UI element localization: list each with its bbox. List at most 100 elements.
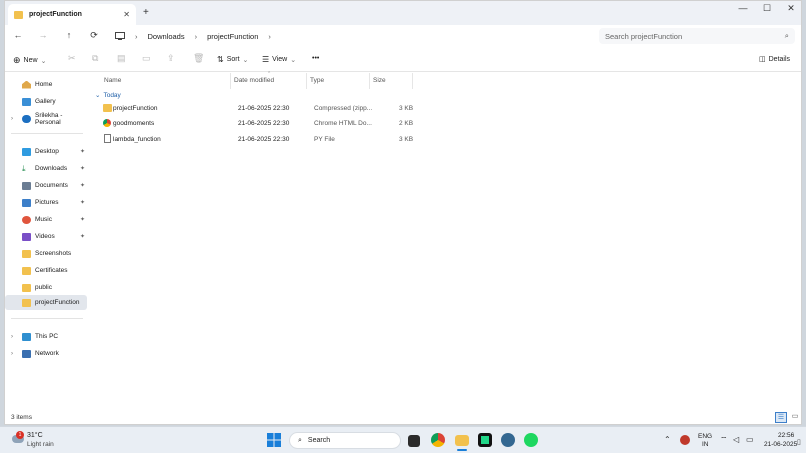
breadcrumb-projectfunction[interactable]: projectFunction bbox=[207, 32, 258, 41]
column-divider[interactable] bbox=[306, 73, 307, 89]
column-header-date[interactable]: Date modified bbox=[234, 77, 274, 84]
sort-caret-icon: ⌃ bbox=[267, 71, 272, 77]
taskbar-search-label: Search bbox=[307, 437, 331, 444]
wifi-icon[interactable]: ⌔ bbox=[720, 435, 728, 445]
weather-widget[interactable]: 1 bbox=[10, 431, 24, 445]
active-app-indicator bbox=[457, 449, 467, 451]
search-input[interactable]: Search projectFunction ⌕ bbox=[599, 28, 795, 44]
volume-icon[interactable]: ◁ bbox=[733, 435, 739, 444]
cut-icon[interactable]: ✂ bbox=[68, 53, 76, 64]
pycharm-icon[interactable] bbox=[478, 433, 492, 447]
minimize-button[interactable]: — bbox=[731, 3, 755, 17]
sidebar-item-label: Gallery bbox=[35, 98, 56, 105]
file-size: 3 KB bbox=[399, 105, 414, 112]
view-label: View bbox=[272, 56, 288, 63]
back-button[interactable]: ← bbox=[11, 30, 25, 40]
paste-icon[interactable]: ▤ bbox=[117, 53, 126, 64]
sidebar-item-home[interactable]: Home bbox=[5, 77, 87, 92]
column-divider[interactable] bbox=[230, 73, 231, 89]
table-row[interactable]: projectFunction 21-06-2025 22:30 Compres… bbox=[101, 102, 416, 116]
up-button[interactable]: ↑ bbox=[62, 30, 76, 40]
sidebar-item-gallery[interactable]: Gallery bbox=[5, 94, 87, 109]
region-indicator[interactable]: IN bbox=[702, 441, 709, 448]
close-window-button[interactable]: ✕ bbox=[779, 3, 801, 17]
language-indicator[interactable]: ENG bbox=[698, 433, 712, 440]
chevron-right-icon: › bbox=[11, 115, 13, 122]
sidebar-item-downloads[interactable]: ⤓ Downloads ✦ bbox=[5, 161, 87, 176]
clock-date[interactable]: 21-06-2025 bbox=[764, 441, 797, 448]
sidebar-item-desktop[interactable]: Desktop ✦ bbox=[5, 144, 87, 159]
sidebar-item-public[interactable]: public bbox=[5, 280, 87, 295]
breadcrumb-downloads[interactable]: Downloads bbox=[148, 32, 185, 41]
chevron-right-icon: › bbox=[135, 31, 138, 41]
sidebar-item-label: Network bbox=[35, 350, 59, 357]
column-divider[interactable] bbox=[369, 73, 370, 89]
sort-label: Sort bbox=[226, 56, 240, 63]
spotify-icon[interactable] bbox=[524, 433, 538, 447]
more-options-button[interactable]: ••• bbox=[312, 55, 319, 62]
file-name: projectFunction bbox=[113, 105, 158, 112]
column-header-type[interactable]: Type bbox=[310, 77, 324, 84]
network-icon bbox=[22, 349, 31, 358]
table-row[interactable]: goodmoments 21-06-2025 22:30 Chrome HTML… bbox=[101, 117, 416, 131]
tab-projectfunction[interactable]: projectFunction ✕ bbox=[8, 4, 136, 25]
pc-icon bbox=[22, 332, 31, 341]
show-hidden-icons-chevron[interactable]: ⌃ bbox=[664, 435, 671, 444]
folder-icon bbox=[22, 298, 31, 307]
group-label: Today bbox=[103, 91, 121, 99]
delete-icon[interactable]: 🗑 bbox=[193, 53, 204, 64]
view-icon: ☰ bbox=[262, 55, 270, 64]
clock-time[interactable]: 22:56 bbox=[778, 432, 794, 439]
sidebar-item-label: Music bbox=[35, 216, 52, 223]
postgresql-icon[interactable] bbox=[501, 433, 515, 447]
sidebar-item-label: projectFunction bbox=[35, 299, 80, 306]
pin-icon: ✦ bbox=[79, 200, 85, 206]
pin-icon: ✦ bbox=[79, 166, 85, 172]
maximize-button[interactable]: ☐ bbox=[755, 3, 779, 17]
sidebar-item-network[interactable]: › Network bbox=[5, 346, 87, 361]
column-divider[interactable] bbox=[412, 73, 413, 89]
search-icon: ⌕ bbox=[784, 31, 789, 40]
sidebar-item-videos[interactable]: Videos ✦ bbox=[5, 229, 87, 244]
sidebar-item-music[interactable]: Music ✦ bbox=[5, 212, 87, 227]
pin-icon: ✦ bbox=[79, 217, 85, 223]
sort-button[interactable]: ⇅ Sort ⌄ bbox=[217, 55, 248, 64]
file-date: 21-06-2025 22:30 bbox=[238, 136, 290, 143]
tiles-view-icon[interactable]: ▭ bbox=[790, 412, 800, 423]
refresh-button[interactable]: ⟳ bbox=[87, 30, 101, 41]
column-header-name[interactable]: Name bbox=[104, 77, 121, 84]
folder-icon bbox=[22, 266, 31, 275]
notifications-icon[interactable]: ▯ bbox=[797, 438, 801, 446]
sidebar-item-pictures[interactable]: Pictures ✦ bbox=[5, 195, 87, 210]
security-icon[interactable] bbox=[680, 435, 690, 445]
sidebar-item-documents[interactable]: Documents ✦ bbox=[5, 178, 87, 193]
search-icon: ⌕ bbox=[298, 436, 302, 444]
windows-start-icon[interactable] bbox=[267, 433, 281, 447]
table-row[interactable]: lambda_function 21-06-2025 22:30 PY File… bbox=[101, 133, 416, 147]
new-tab-button[interactable]: + bbox=[143, 7, 149, 18]
share-icon[interactable]: ⇪ bbox=[167, 53, 175, 64]
sidebar-item-this-pc[interactable]: › This PC bbox=[5, 329, 87, 344]
chevron-right-icon: › bbox=[11, 333, 13, 340]
details-button[interactable]: ◫ Details bbox=[759, 55, 790, 64]
address-bar[interactable]: › Downloads › projectFunction › bbox=[109, 28, 597, 44]
sidebar-item-certificates[interactable]: Certificates bbox=[5, 263, 87, 278]
taskbar-search[interactable]: ⌕ Search bbox=[289, 432, 401, 449]
battery-icon[interactable]: ▭ bbox=[746, 435, 754, 444]
close-tab-icon[interactable]: ✕ bbox=[123, 10, 130, 19]
rename-icon[interactable]: ▭ bbox=[142, 53, 151, 64]
new-button[interactable]: ⊕ New ⌄ bbox=[13, 55, 46, 66]
view-button[interactable]: ☰ View ⌄ bbox=[262, 55, 296, 64]
copy-icon[interactable]: ⧉ bbox=[92, 53, 98, 64]
chrome-icon[interactable] bbox=[431, 433, 445, 447]
task-view-icon[interactable] bbox=[408, 435, 420, 447]
file-name: goodmoments bbox=[113, 120, 155, 127]
column-header-size[interactable]: Size bbox=[373, 77, 386, 84]
forward-button[interactable]: → bbox=[36, 30, 50, 40]
group-header-today[interactable]: ⌄ Today bbox=[95, 91, 121, 100]
file-explorer-icon[interactable] bbox=[455, 435, 469, 446]
sidebar-item-projectfunction[interactable]: projectFunction bbox=[5, 295, 87, 310]
sidebar-item-screenshots[interactable]: Screenshots bbox=[5, 246, 87, 261]
sidebar-item-onedrive[interactable]: › Srilekha - Personal bbox=[5, 111, 87, 126]
details-view-icon[interactable]: ☰ bbox=[775, 412, 787, 423]
